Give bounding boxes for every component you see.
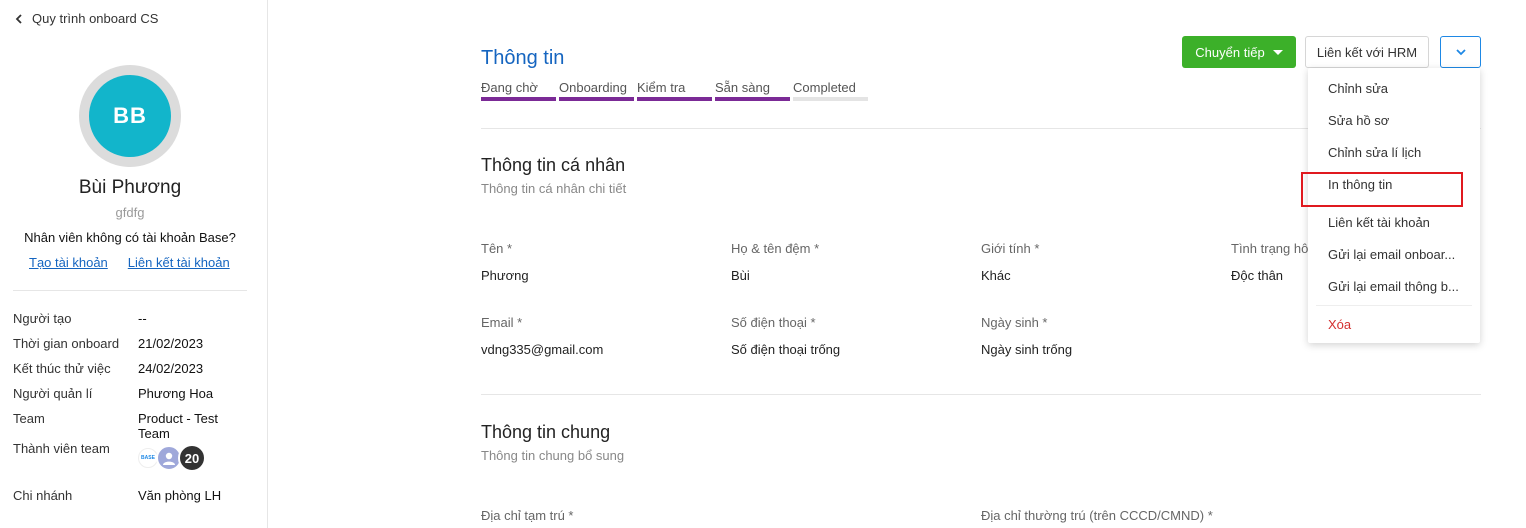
stage-label: Onboarding xyxy=(559,80,627,95)
divider xyxy=(481,394,1481,395)
create-account-link[interactable]: Tạo tài khoản xyxy=(29,255,108,270)
field-value-gender[interactable]: Khác xyxy=(981,268,1011,283)
personal-section-title: Thông tin cá nhân xyxy=(481,155,626,175)
info-label-manager: Người quản lí xyxy=(13,386,93,401)
field-value-phone[interactable]: Số điện thoại trống xyxy=(731,342,840,357)
stage-bar xyxy=(793,97,868,101)
menu-item-edit[interactable]: Chỉnh sửa xyxy=(1328,81,1478,96)
employee-username: gfdfg xyxy=(115,205,145,220)
menu-item-edit-profile[interactable]: Sửa hồ sơ xyxy=(1328,113,1478,128)
employee-name: Bùi Phương xyxy=(78,177,182,198)
stage-waiting[interactable]: Đang chờ xyxy=(481,80,556,101)
stage-label: Kiểm tra xyxy=(637,80,686,95)
menu-item-resend-onboard-email[interactable]: Gửi lại email onboar... xyxy=(1328,247,1478,262)
field-value-last-name[interactable]: Bùi xyxy=(731,268,750,283)
info-value-probation-end: 24/02/2023 xyxy=(138,361,204,376)
personal-section-subtitle: Thông tin cá nhân chi tiết xyxy=(481,181,627,196)
info-label-team-members: Thành viên team xyxy=(13,441,110,456)
member-count-badge: 20 xyxy=(178,444,206,472)
link-account-link[interactable]: Liên kết tài khoản xyxy=(128,255,230,270)
field-label-phone: Số điện thoại * xyxy=(731,315,816,330)
stage-label: Sẵn sàng xyxy=(715,80,770,95)
info-value-branch: Văn phòng LH xyxy=(138,488,222,503)
stage-ready[interactable]: Sẵn sàng xyxy=(715,80,790,101)
info-label-onboard-time: Thời gian onboard xyxy=(13,336,120,351)
info-label-creator: Người tạo xyxy=(13,311,72,326)
team-members[interactable]: BASE 20 xyxy=(138,444,206,472)
general-section-title: Thông tin chung xyxy=(481,422,611,442)
highlight-box xyxy=(1301,172,1463,207)
field-label-birthday: Ngày sinh * xyxy=(981,315,1048,330)
menu-divider xyxy=(1316,305,1472,306)
stage-bar xyxy=(715,97,790,101)
info-value-team: Product - Test Team xyxy=(138,411,218,441)
caret-down-icon xyxy=(1272,49,1283,55)
stage-bar xyxy=(481,97,556,101)
info-value-creator: -- xyxy=(138,311,147,326)
stage-label: Đang chờ xyxy=(481,80,538,95)
field-value-email[interactable]: vdng335@gmail.com xyxy=(481,342,603,357)
avatar: BB xyxy=(79,65,181,167)
info-label-team: Team xyxy=(13,411,45,426)
field-label-email: Email * xyxy=(481,315,523,330)
info-value-manager: Phương Hoa xyxy=(138,386,214,401)
field-value-birthday[interactable]: Ngày sinh trống xyxy=(981,342,1072,357)
chevron-left-icon xyxy=(15,13,22,24)
back-link[interactable]: Quy trình onboard CS xyxy=(14,11,158,26)
menu-item-link-account[interactable]: Liên kết tài khoản xyxy=(1328,215,1478,230)
field-label-first-name: Tên * xyxy=(481,241,513,256)
stage-onboarding[interactable]: Onboarding xyxy=(559,80,634,101)
stage-check[interactable]: Kiểm tra xyxy=(637,80,712,101)
stage-bar xyxy=(637,97,712,101)
link-hrm-button[interactable]: Liên kết với HRM xyxy=(1305,36,1429,68)
stage-completed[interactable]: Completed xyxy=(793,80,868,101)
field-value-marital-status[interactable]: Độc thân xyxy=(1231,268,1283,283)
menu-item-delete[interactable]: Xóa xyxy=(1328,317,1478,332)
stage-progress: Đang chờ Onboarding Kiểm tra Sẵn sàng Co… xyxy=(481,80,868,101)
info-label-branch: Chi nhánh xyxy=(13,488,73,503)
forward-button-label: Chuyển tiếp xyxy=(1195,44,1265,60)
field-label-marital-status: Tình trạng hô xyxy=(1231,241,1309,256)
more-actions-button[interactable] xyxy=(1440,36,1481,68)
back-link-label: Quy trình onboard CS xyxy=(32,11,159,26)
field-label-gender: Giới tính * xyxy=(981,241,1040,256)
page-title: Thông tin xyxy=(481,47,565,69)
chevron-down-icon xyxy=(1455,49,1466,56)
avatar-initials: BB xyxy=(89,75,171,157)
field-label-temp-address: Địa chỉ tạm trú * xyxy=(481,508,574,523)
stage-bar xyxy=(559,97,634,101)
field-value-first-name[interactable]: Phương xyxy=(481,268,529,283)
menu-item-edit-resume[interactable]: Chỉnh sửa lí lịch xyxy=(1328,145,1478,160)
menu-item-resend-notify-email[interactable]: Gửi lại email thông b... xyxy=(1328,279,1478,294)
info-label-probation-end: Kết thúc thử việc xyxy=(13,361,111,376)
field-label-perm-address: Địa chỉ thường trú (trên CCCD/CMND) * xyxy=(981,508,1213,523)
base-logo-icon: BASE xyxy=(138,448,158,468)
stage-label: Completed xyxy=(793,80,856,95)
profile-sidebar: Quy trình onboard CS BB Bùi Phương gfdfg… xyxy=(0,0,268,528)
info-value-onboard-time: 21/02/2023 xyxy=(138,336,204,351)
divider xyxy=(13,290,247,291)
field-label-last-name: Họ & tên đệm * xyxy=(731,241,820,256)
no-account-text: Nhân viên không có tài khoản Base? xyxy=(24,230,236,245)
general-section-subtitle: Thông tin chung bổ sung xyxy=(481,448,625,463)
forward-button[interactable]: Chuyển tiếp xyxy=(1182,36,1296,68)
